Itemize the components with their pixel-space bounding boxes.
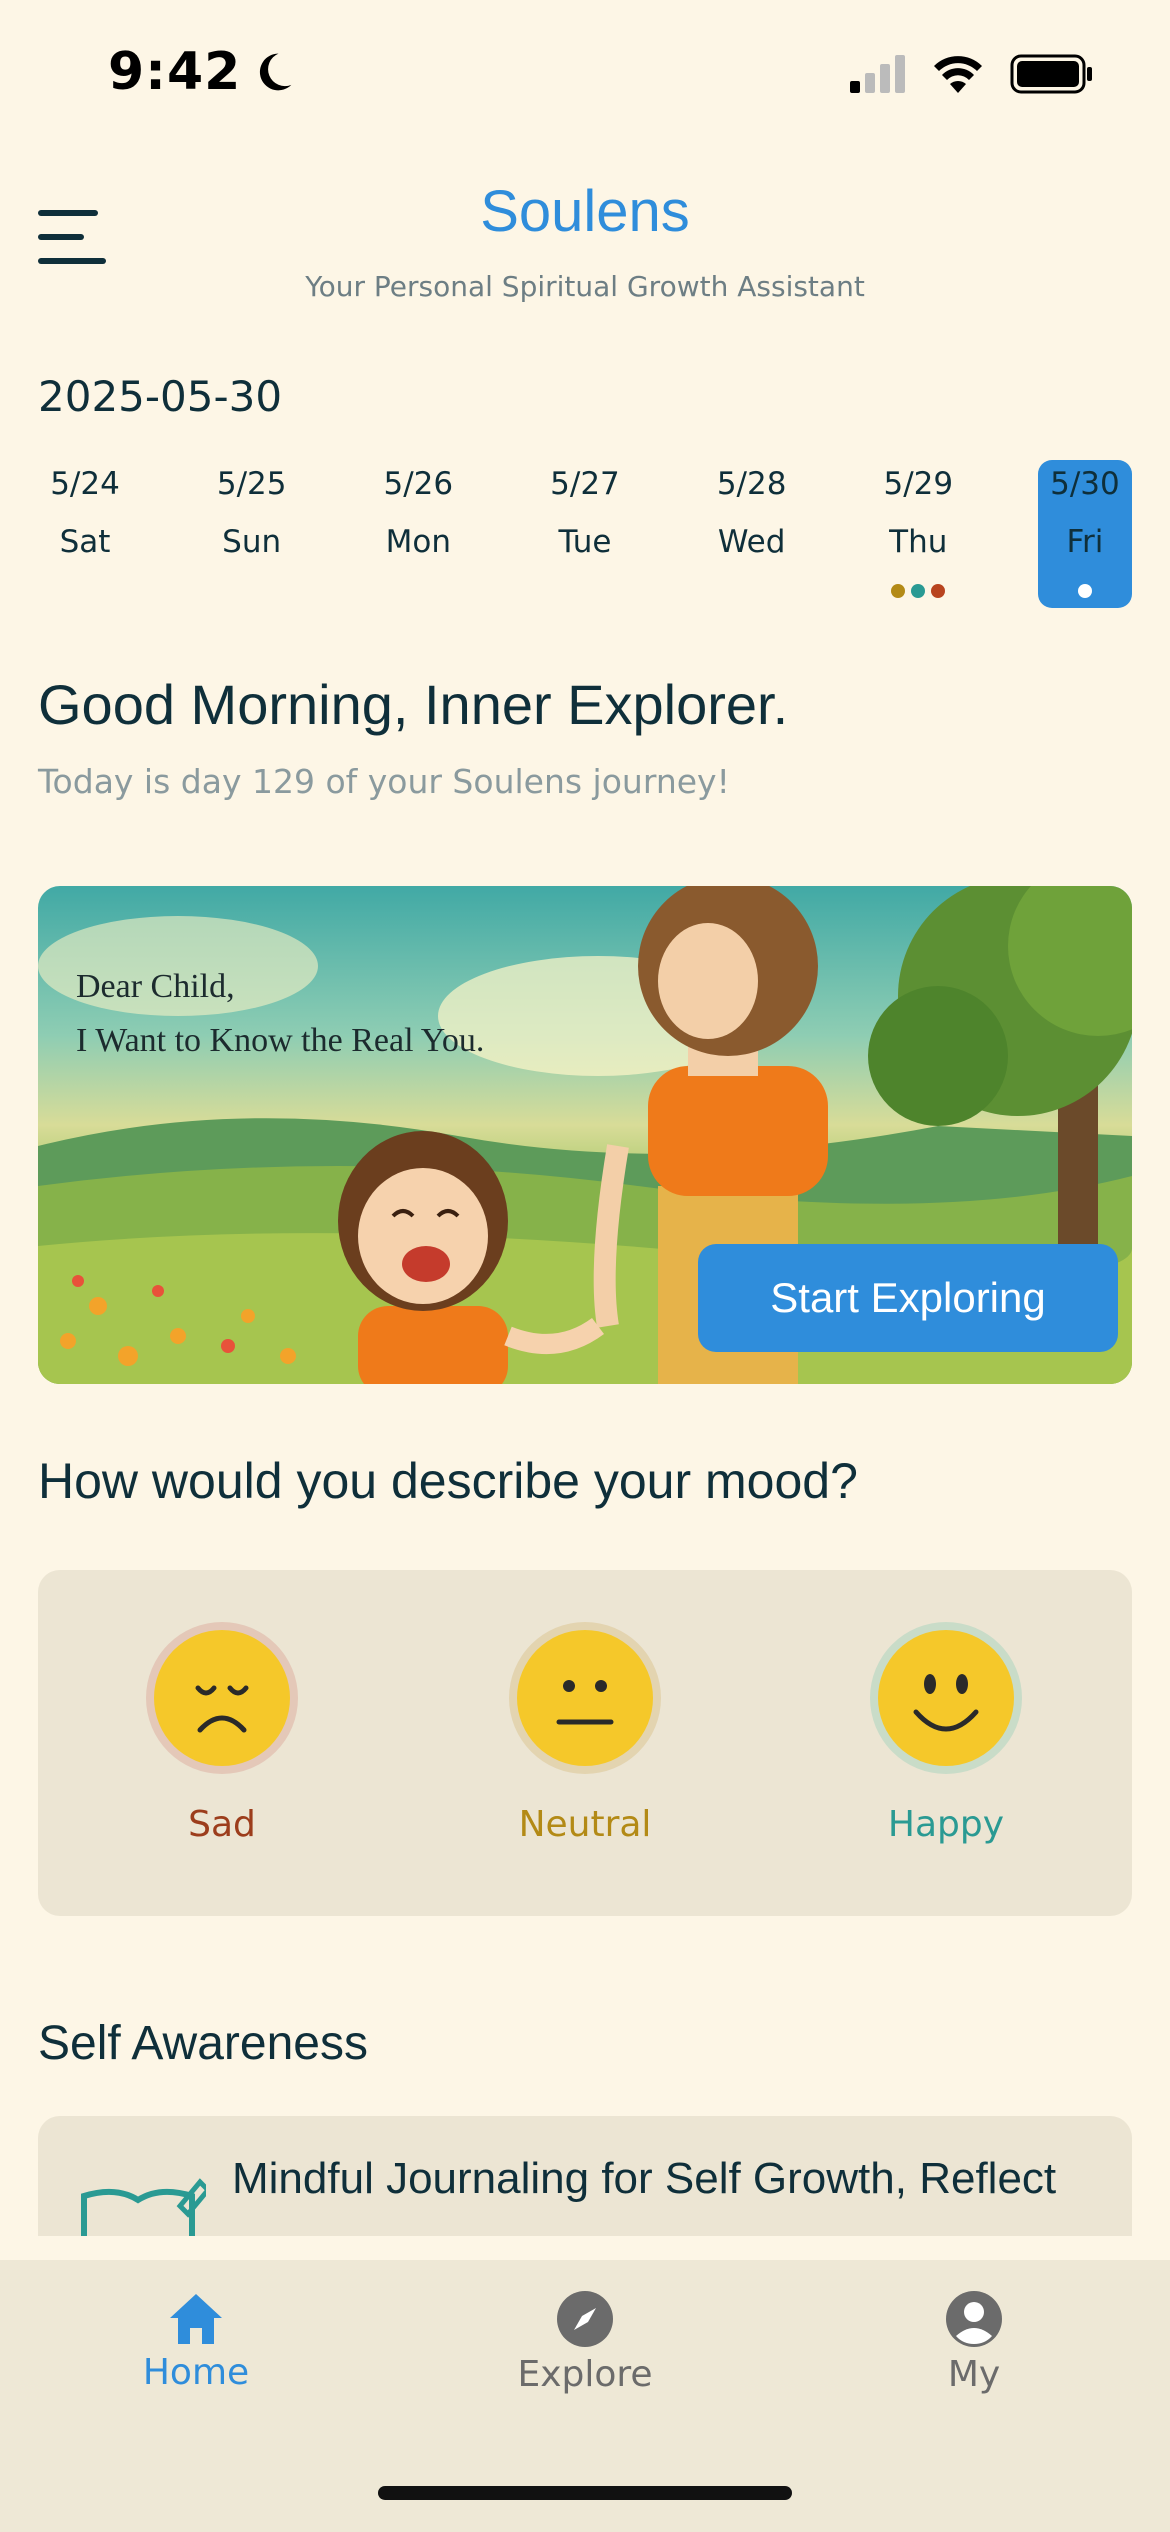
day-date: 5/29: [883, 466, 954, 502]
self-awareness-title: Self Awareness: [38, 2017, 368, 2070]
current-date: 2025-05-30: [38, 372, 283, 421]
tab-label-my: My: [947, 2354, 1001, 2395]
mood-label-happy: Happy: [887, 1804, 1005, 1845]
status-time: 9:42: [108, 42, 295, 102]
mood-label-neutral: Neutral: [518, 1804, 652, 1845]
moon-icon: [260, 53, 292, 91]
tab-label-home: Home: [142, 2352, 250, 2393]
tab-home[interactable]: Home: [86, 2290, 306, 2393]
start-exploring-button[interactable]: Start Exploring: [698, 1244, 1118, 1352]
day-weekday: Thu: [889, 524, 948, 560]
mood-dots: [891, 584, 946, 598]
day-5-25[interactable]: 5/25 Sun: [205, 460, 299, 608]
status-icons: [850, 54, 1094, 94]
time-text: 9:42: [108, 42, 242, 102]
day-date: 5/30: [1050, 466, 1120, 502]
neutral-face-icon: [517, 1630, 653, 1766]
mood-neutral-option[interactable]: Neutral: [485, 1630, 685, 1845]
day-weekday: Sun: [222, 524, 282, 560]
banner-line-1: Dear Child,: [76, 968, 235, 1005]
day-weekday: Wed: [717, 524, 786, 560]
mood-dot: [1077, 584, 1092, 598]
greeting-subtitle: Today is day 129 of your Soulens journey…: [38, 762, 730, 801]
day-5-30-selected[interactable]: 5/30 Fri: [1037, 460, 1132, 608]
app-title: Soulens: [480, 179, 690, 244]
journal-book-icon: [81, 2178, 206, 2236]
home-icon: [170, 2294, 222, 2344]
day-5-26[interactable]: 5/26 Mon: [371, 460, 465, 608]
day-date: 5/26: [383, 466, 454, 502]
home-indicator[interactable]: [378, 2486, 792, 2500]
day-weekday: Sat: [59, 524, 111, 560]
day-date: 5/27: [550, 466, 620, 502]
day-5-29[interactable]: 5/29 Thu: [871, 460, 965, 608]
today-dot: [1077, 584, 1092, 598]
tab-my[interactable]: My: [864, 2290, 1084, 2395]
cellular-signal-icon: [850, 55, 905, 93]
journaling-card-title: Mindful Journaling for Self Growth, Refl…: [232, 2154, 1057, 2203]
wifi-icon: [934, 56, 982, 93]
app-subtitle: Your Personal Spiritual Growth Assistant: [305, 270, 865, 303]
greeting-title: Good Morning, Inner Explorer.: [38, 673, 789, 736]
mood-dot: [891, 584, 906, 598]
mood-sad-option[interactable]: Sad: [122, 1630, 322, 1845]
mood-dot: [911, 584, 926, 598]
mood-label-sad: Sad: [188, 1804, 256, 1845]
menu-line: [38, 258, 106, 264]
day-5-24[interactable]: 5/24 Sat: [38, 460, 132, 608]
battery-icon: [1010, 54, 1092, 94]
banner-line-2: I Want to Know the Real You.: [76, 1022, 485, 1059]
day-weekday: Tue: [558, 524, 612, 560]
day-5-28[interactable]: 5/28 Wed: [705, 460, 799, 608]
day-5-27[interactable]: 5/27 Tue: [538, 460, 632, 608]
week-strip: 5/24 Sat 5/25 Sun 5/26 Mon 5/27 Tue 5/28 Wed …: [38, 460, 1132, 608]
compass-icon: [557, 2291, 613, 2347]
mood-dot: [931, 584, 946, 598]
happy-face-icon: [878, 1630, 1014, 1766]
tab-label-explore: Explore: [517, 2354, 653, 2395]
mood-question: How would you describe your mood?: [38, 1453, 858, 1509]
profile-icon: [946, 2291, 1002, 2347]
day-date: 5/24: [50, 466, 120, 502]
day-weekday: Mon: [385, 524, 451, 560]
day-date: 5/28: [716, 466, 787, 502]
tab-explore[interactable]: Explore: [475, 2290, 695, 2395]
sad-face-icon: [154, 1630, 290, 1766]
day-weekday: Fri: [1066, 524, 1104, 560]
day-date: 5/25: [216, 466, 287, 502]
mood-happy-option[interactable]: Happy: [846, 1630, 1046, 1845]
banner-message: Dear Child, I Want to Know the Real You.: [76, 960, 484, 1068]
